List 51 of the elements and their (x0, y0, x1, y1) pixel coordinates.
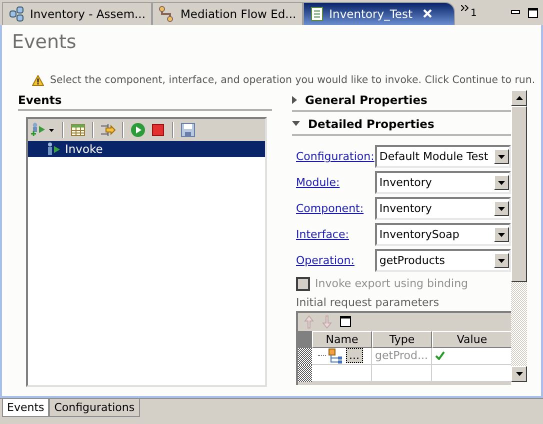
editor-tab[interactable]: Mediation Flow Ed... (152, 2, 304, 25)
dropdown[interactable]: InventorySoap (375, 223, 511, 246)
window-icon[interactable] (340, 316, 351, 328)
row-header[interactable] (298, 348, 312, 365)
overflow-button[interactable]: 1 (461, 5, 477, 20)
table-cell: getProd... (372, 348, 432, 365)
field-link[interactable]: Configuration: (296, 150, 376, 164)
view-tab[interactable]: Events (2, 399, 50, 418)
dropdown[interactable]: Inventory (375, 171, 511, 194)
dropdown[interactable]: Default Module Test (375, 145, 511, 168)
field-link[interactable]: Interface: (296, 228, 376, 242)
save-icon[interactable] (180, 122, 196, 138)
expanded-icon (292, 121, 300, 126)
editor-tab[interactable]: Inventory - Assem... (2, 2, 152, 25)
diagram-icon (9, 6, 25, 22)
table-icon[interactable] (70, 122, 86, 138)
chevron-icon (461, 5, 470, 12)
editor-tab[interactable]: Inventory_Test (303, 2, 456, 25)
field-link[interactable]: Module: (296, 176, 376, 190)
column-header[interactable]: Type (372, 330, 432, 348)
tree-item[interactable]: Invoke (28, 140, 265, 157)
flow-icon (159, 6, 176, 22)
structure-icon (328, 348, 344, 364)
scrollbar[interactable] (511, 90, 527, 382)
column-header[interactable]: Name (312, 330, 372, 348)
document-icon (310, 6, 324, 22)
scroll-thumb[interactable] (511, 106, 527, 282)
table-cell (372, 364, 432, 382)
field-link[interactable]: Operation: (296, 254, 376, 268)
field-link[interactable]: Component: (296, 202, 376, 216)
warning-icon (32, 74, 44, 86)
dropdown[interactable]: getProducts (375, 249, 511, 272)
page-title: Events (11, 30, 78, 55)
person-run-icon (46, 142, 62, 156)
scroll-up-icon[interactable] (511, 90, 527, 106)
table-cell: ... (312, 348, 372, 365)
section-heading: Events (18, 90, 272, 111)
stop-icon[interactable] (150, 122, 166, 138)
run-icon[interactable] (130, 122, 146, 138)
arrows-icon[interactable] (100, 122, 116, 138)
collapsed-icon (292, 96, 297, 104)
close-icon[interactable] (423, 9, 432, 18)
scroll-down-icon[interactable] (511, 366, 527, 382)
dropdown[interactable]: Inventory (375, 197, 511, 220)
view-tab[interactable]: Configurations (49, 399, 140, 418)
row-header[interactable] (298, 364, 312, 382)
maximize-icon[interactable] (527, 6, 539, 19)
params-label: Initial request parameters (296, 294, 440, 311)
instruction-text: Select the component, interface, and operation you would like to invoke. Click Continue to run. (50, 74, 536, 86)
table-cell (312, 364, 372, 382)
column-header[interactable]: Value (432, 330, 511, 348)
